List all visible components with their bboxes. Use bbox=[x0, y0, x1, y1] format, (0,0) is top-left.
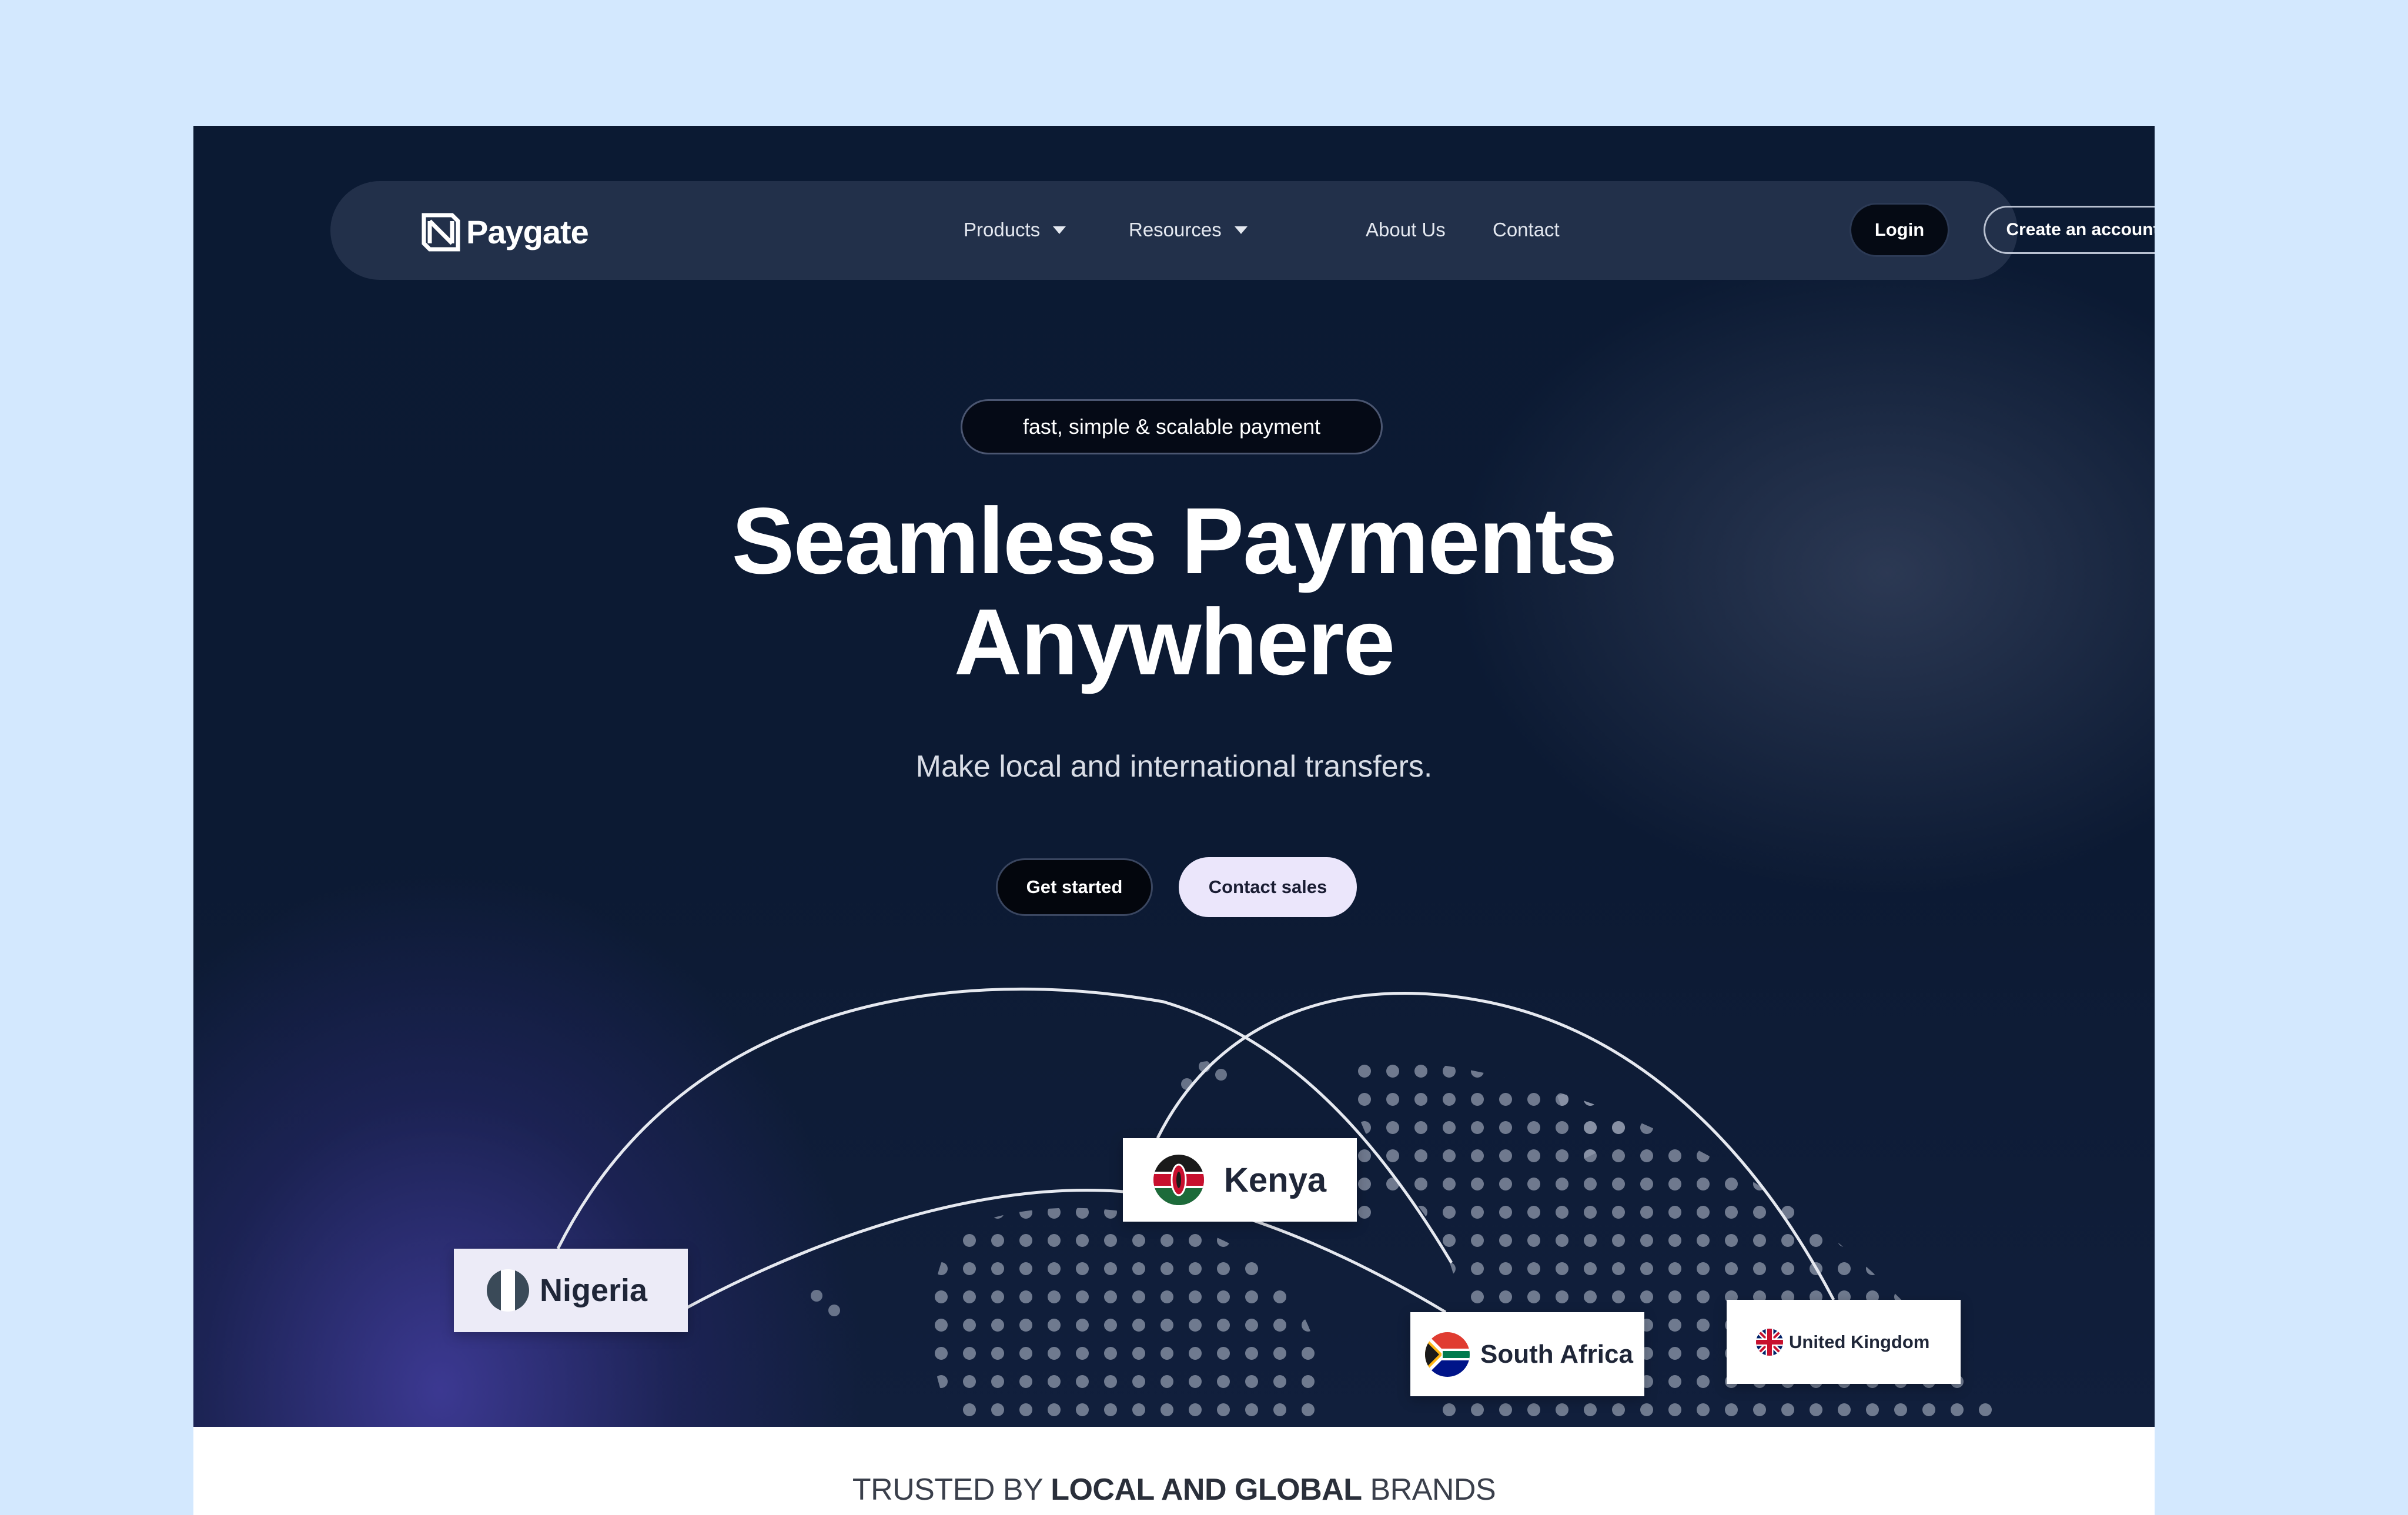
country-card-south-africa: South Africa bbox=[1410, 1312, 1644, 1396]
nav-resources-dropdown[interactable]: Resources bbox=[1129, 215, 1248, 245]
paygate-logo-icon bbox=[422, 213, 460, 252]
country-name-kenya: Kenya bbox=[1224, 1161, 1327, 1199]
headline-line-1: Seamless Payments bbox=[731, 488, 1618, 593]
chevron-down-icon bbox=[1234, 226, 1248, 234]
login-button[interactable]: Login bbox=[1850, 203, 1949, 257]
hero-section: Paygate Products Resources About Us Cont… bbox=[193, 126, 2155, 1427]
create-account-button[interactable]: Create an account bbox=[1984, 206, 2155, 254]
nav-about-link[interactable]: About Us bbox=[1366, 215, 1446, 245]
united-kingdom-flag-icon bbox=[1756, 1328, 1783, 1356]
country-name-nigeria: Nigeria bbox=[540, 1273, 648, 1308]
trusted-emphasis: LOCAL AND GLOBAL bbox=[1051, 1473, 1362, 1507]
chevron-down-icon bbox=[1053, 226, 1066, 234]
country-card-united-kingdom: United Kingdom bbox=[1727, 1300, 1961, 1384]
headline-line-2: Anywhere bbox=[954, 589, 1396, 694]
trusted-suffix: BRANDS bbox=[1370, 1473, 1496, 1507]
nigeria-flag-icon bbox=[487, 1269, 529, 1312]
trusted-prefix: TRUSTED BY bbox=[852, 1473, 1043, 1507]
tagline-badge: fast, simple & scalable payment bbox=[961, 399, 1383, 454]
brand-name: Paygate bbox=[466, 213, 589, 250]
paygate-logo[interactable]: Paygate bbox=[422, 212, 589, 253]
get-started-button[interactable]: Get started bbox=[996, 858, 1153, 916]
nav-products-label: Products bbox=[964, 219, 1041, 240]
hero-headline: Seamless Payments Anywhere bbox=[527, 490, 1821, 693]
nav-resources-label: Resources bbox=[1129, 219, 1222, 240]
country-name-south-africa: South Africa bbox=[1480, 1339, 1633, 1369]
hero-subheadline: Make local and international transfers. bbox=[915, 750, 1433, 784]
country-card-nigeria: Nigeria bbox=[454, 1249, 688, 1332]
contact-sales-button[interactable]: Contact sales bbox=[1179, 857, 1357, 917]
trusted-by-heading: TRUSTED BY LOCAL AND GLOBAL BRANDS bbox=[193, 1472, 2155, 1507]
browser-frame: Paygate Products Resources About Us Cont… bbox=[193, 126, 2155, 1515]
south-africa-flag-icon bbox=[1425, 1332, 1470, 1377]
nav-contact-link[interactable]: Contact bbox=[1493, 215, 1560, 245]
top-navigation: Paygate Products Resources About Us Cont… bbox=[330, 181, 2155, 280]
kenya-flag-icon bbox=[1153, 1155, 1204, 1205]
country-card-kenya: Kenya bbox=[1123, 1138, 1357, 1222]
country-name-united-kingdom: United Kingdom bbox=[1789, 1331, 1930, 1352]
nav-products-dropdown[interactable]: Products bbox=[964, 215, 1066, 245]
